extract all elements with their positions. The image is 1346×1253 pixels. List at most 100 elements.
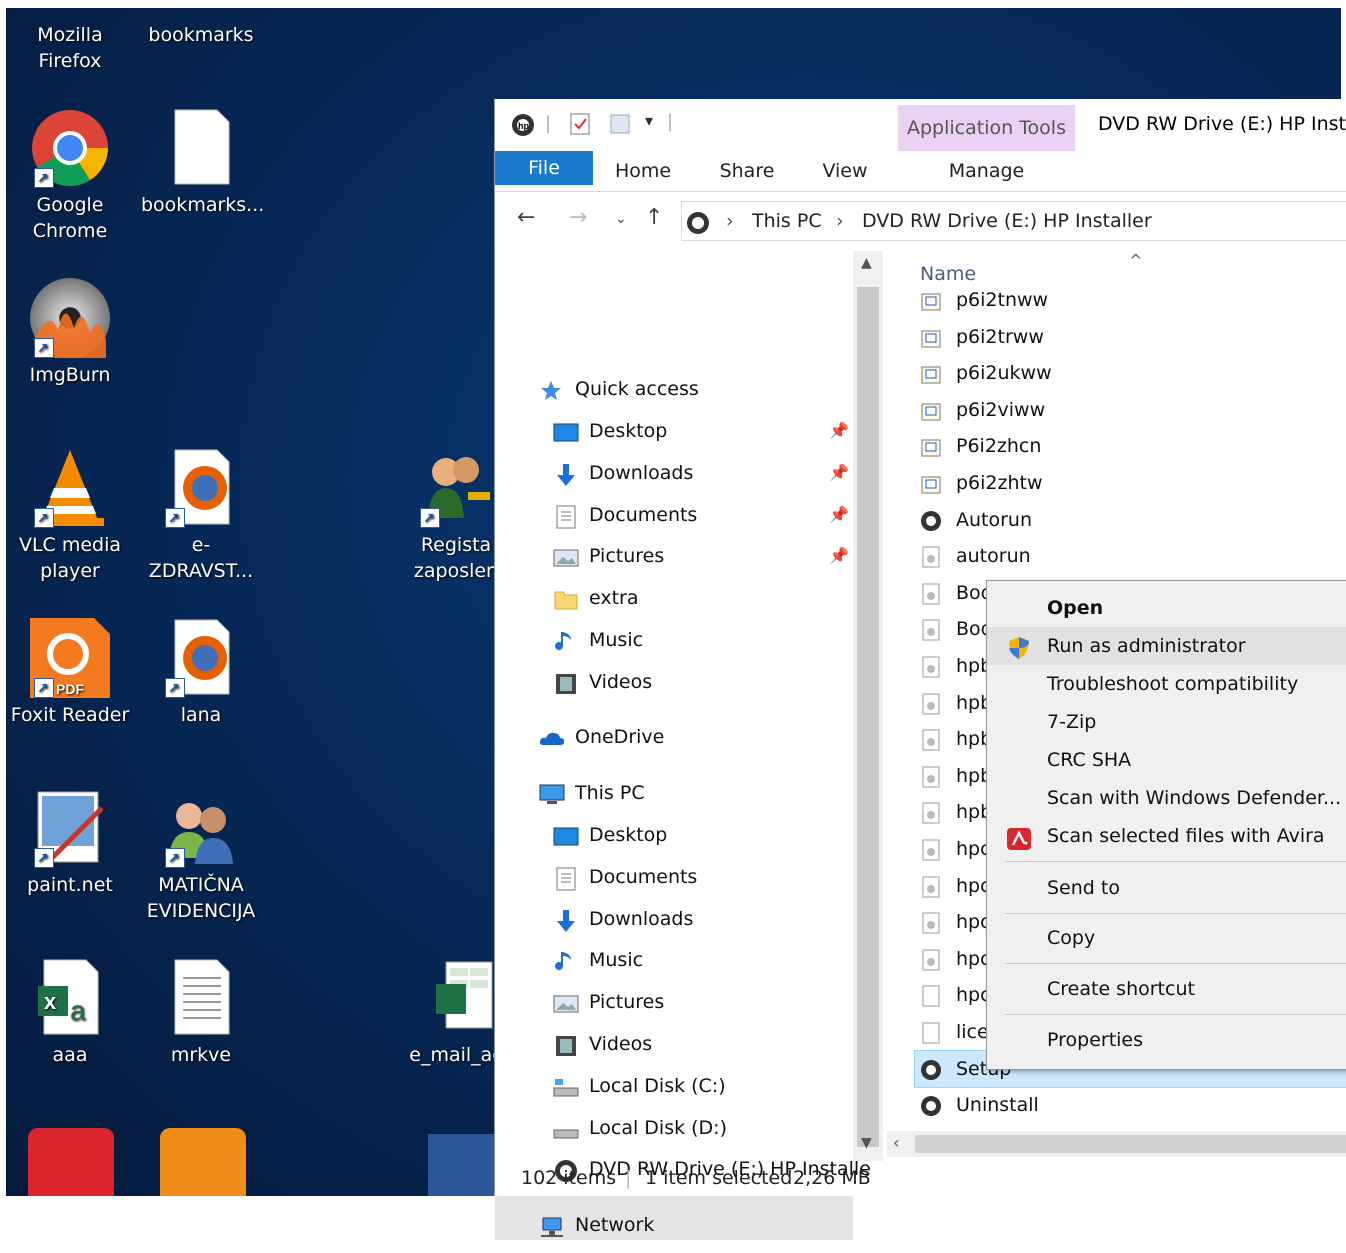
chrome-icon: [30, 108, 110, 192]
desktop-icon-mrkve[interactable]: mrkve: [141, 958, 261, 1068]
forward-arrow-icon[interactable]: →: [569, 205, 587, 230]
tab-view[interactable]: View: [813, 151, 877, 191]
file-setup-icon: [920, 509, 942, 531]
back-arrow-icon[interactable]: ←: [517, 205, 535, 230]
documents-icon: [553, 865, 577, 891]
word-icon[interactable]: [428, 1134, 494, 1196]
svg-text:a: a: [70, 995, 86, 1026]
firefox-doc-icon: [161, 448, 241, 532]
local-disk-icon: [553, 1074, 579, 1098]
desktop-icon-maticna[interactable]: MATIČNA EVIDENCIJA: [141, 788, 261, 924]
address-bar-row: ← → ⌄ ↑ › This PC › DVD RW Drive (E:) HP…: [495, 197, 1346, 245]
scroll-left-icon[interactable]: ‹: [893, 1133, 899, 1152]
excel-icon: xa: [30, 958, 110, 1038]
qat-dropdown-icon[interactable]: ▾: [645, 111, 653, 130]
menu-send-to[interactable]: Send to: [987, 869, 1346, 907]
menu-troubleshoot[interactable]: Troubleshoot compatibility: [987, 665, 1346, 703]
videos-icon: [553, 670, 577, 694]
file-gear-icon: [920, 801, 942, 824]
desktop-icon-vlc[interactable]: VLC media player: [10, 448, 130, 584]
file-gear-icon: [920, 582, 942, 605]
status-selected: 1 item selected: [645, 1167, 793, 1189]
menu-properties[interactable]: Properties: [987, 1021, 1346, 1059]
status-size: 2,26 MB: [793, 1167, 871, 1189]
properties-icon[interactable]: [569, 113, 591, 135]
imgburn-icon: [30, 278, 110, 362]
file-setup-icon: [920, 1058, 942, 1080]
menu-copy[interactable]: Copy: [987, 919, 1346, 957]
people-icon: [161, 788, 241, 872]
new-folder-icon[interactable]: [609, 113, 631, 135]
tab-application-tools: Application Tools: [898, 105, 1075, 151]
pictures-icon: [553, 990, 579, 1014]
file-gear-icon: [920, 655, 942, 678]
tab-manage[interactable]: Manage: [898, 151, 1075, 191]
download-icon: [553, 907, 577, 932]
pin-icon[interactable]: 📌: [829, 536, 849, 576]
file-setup-icon: [920, 1094, 942, 1117]
tab-share[interactable]: Share: [711, 151, 783, 191]
up-arrow-icon[interactable]: ↑: [645, 205, 663, 230]
menu-run-as-administrator[interactable]: Run as administrator: [987, 627, 1346, 665]
desktop-icon-bookmarks[interactable]: bookmarks: [141, 8, 261, 48]
hp-drive-icon: [686, 210, 710, 248]
nav-scrollbar[interactable]: ▲ ▼: [853, 251, 883, 1161]
file-cat-icon: [920, 399, 942, 421]
breadcrumb-this-pc[interactable]: This PC: [752, 202, 822, 240]
horizontal-scrollbar-thumb[interactable]: [915, 1135, 1346, 1153]
desktop-icon: [553, 419, 579, 443]
tab-home[interactable]: Home: [607, 151, 679, 191]
breadcrumb-dvd-drive[interactable]: DVD RW Drive (E:) HP Installer: [862, 202, 1152, 240]
pin-icon[interactable]: 📌: [829, 411, 849, 451]
pin-icon[interactable]: 📌: [829, 495, 849, 535]
desktop-icon-foxit[interactable]: PDF Foxit Reader: [10, 618, 130, 728]
music-icon: [553, 948, 577, 972]
users-key-icon: [416, 448, 496, 532]
file-cat-icon: [920, 472, 942, 494]
paintnet-icon: [30, 788, 110, 872]
column-header-name[interactable]: Name: [920, 263, 976, 285]
desktop-icon-aaa[interactable]: xa aaa: [10, 958, 130, 1068]
file-doc-icon: [920, 1021, 942, 1044]
desktop-icon-paintnet[interactable]: paint.net: [10, 788, 130, 898]
menu-open[interactable]: Open: [987, 589, 1346, 627]
desktop-icon-ezdravst[interactable]: e-ZDRAVST...: [141, 448, 261, 584]
file-cat-icon: [920, 326, 942, 348]
cloud-icon: [539, 725, 565, 749]
desktop-icon: [553, 823, 579, 847]
scroll-up-icon[interactable]: ▲: [861, 255, 872, 271]
tab-file[interactable]: File: [495, 151, 593, 185]
scroll-down-icon[interactable]: ▼: [861, 1135, 872, 1151]
desktop-icon-bookmarks-2[interactable]: bookmarks...: [141, 108, 264, 218]
nav-scrollbar-thumb[interactable]: [857, 287, 879, 1147]
file-gear-icon: [920, 618, 942, 641]
desktop-icon-firefox[interactable]: Mozilla Firefox: [10, 8, 130, 74]
menu-7zip[interactable]: 7-Zip: [987, 703, 1346, 741]
file-doc-icon: [920, 984, 942, 1007]
menu-create-shortcut[interactable]: Create shortcut: [987, 970, 1346, 1008]
horizontal-scrollbar[interactable]: ‹: [887, 1131, 1346, 1157]
foxit-icon: PDF: [30, 618, 110, 702]
desktop-icon-lana[interactable]: lana: [141, 618, 261, 728]
address-bar[interactable]: › This PC › DVD RW Drive (E:) HP Install…: [681, 201, 1346, 241]
text-file-icon: [161, 958, 241, 1038]
folder-icon: [553, 586, 578, 610]
pin-icon[interactable]: 📌: [829, 453, 849, 493]
file-cat-icon: [920, 289, 942, 311]
status-bar: 102 items | 1 item selected 2,26 MB: [495, 1161, 1346, 1196]
menu-scan-defender[interactable]: Scan with Windows Defender...: [987, 779, 1346, 817]
menu-crc-sha[interactable]: CRC SHA: [987, 741, 1346, 779]
desktop-icon-chrome[interactable]: Google Chrome: [10, 108, 130, 244]
computer-icon: [539, 781, 565, 805]
avira-icon: [1007, 825, 1031, 850]
avira-icon[interactable]: [28, 1128, 114, 1196]
file-gear-icon: [920, 545, 942, 568]
window-title: DVD RW Drive (E:) HP Insta: [1098, 113, 1346, 135]
xampp-icon[interactable]: [160, 1128, 246, 1196]
hp-drive-icon: hp: [511, 113, 534, 136]
menu-scan-avira[interactable]: Scan selected files with Avira: [987, 817, 1346, 855]
file-gear-icon: [920, 728, 942, 751]
music-icon: [553, 628, 577, 652]
recent-chevron-icon[interactable]: ⌄: [615, 211, 627, 227]
desktop-icon-imgburn[interactable]: ImgBurn: [10, 278, 130, 388]
